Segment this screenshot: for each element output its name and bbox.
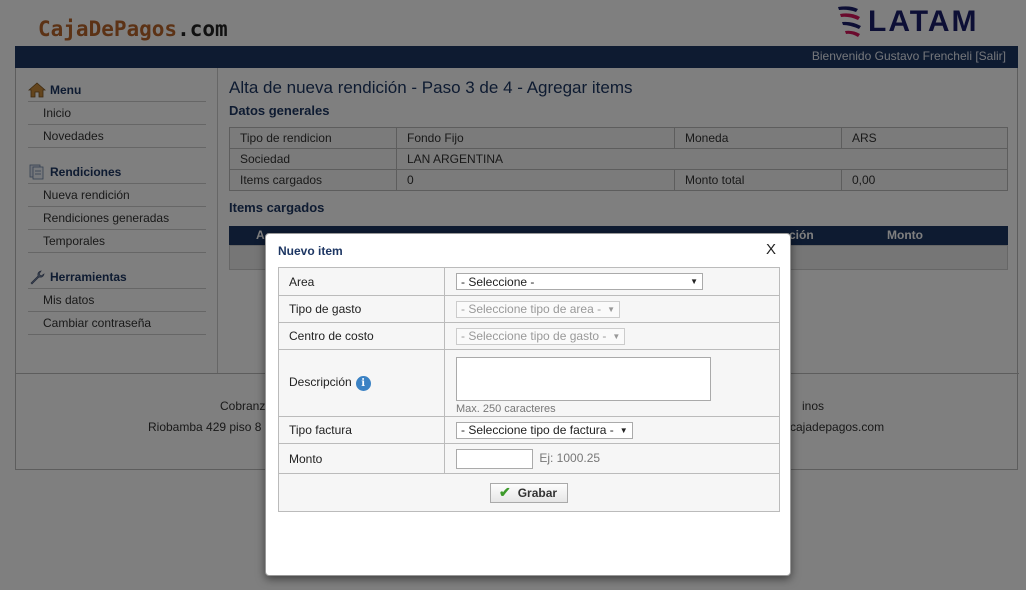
tipo-factura-select-value: - Seleccione tipo de factura - [461, 423, 614, 437]
tipo-factura-select[interactable]: - Seleccione tipo de factura - ▼ [456, 421, 633, 439]
nuevo-item-dialog: Nuevo item X Area - Seleccione - ▼ Tipo … [265, 233, 791, 576]
dropdown-arrow-icon: ▼ [607, 304, 616, 314]
descripcion-label: Descripción [289, 375, 352, 390]
info-icon[interactable]: i [355, 375, 371, 391]
nuevo-item-form: Area - Seleccione - ▼ Tipo de gasto - Se… [278, 267, 780, 512]
monto-label: Monto [278, 443, 445, 474]
form-row-centro-costo: Centro de costo - Seleccione tipo de gas… [278, 322, 780, 350]
centro-costo-label: Centro de costo [278, 322, 445, 350]
dropdown-arrow-icon: ▼ [619, 425, 628, 435]
descripcion-field-cell: Max. 250 caracteres [444, 349, 780, 417]
centro-costo-select[interactable]: - Seleccione tipo de gasto - ▼ [456, 327, 626, 345]
centro-costo-field-cell: - Seleccione tipo de gasto - ▼ [444, 322, 780, 350]
check-icon: ✔ [498, 484, 511, 500]
form-row-monto: Monto Ej: 1000.25 [278, 443, 780, 474]
tipo-factura-label: Tipo factura [278, 416, 445, 444]
tipo-gasto-label: Tipo de gasto [278, 295, 445, 323]
tipo-gasto-select[interactable]: - Seleccione tipo de area - ▼ [456, 300, 621, 318]
monto-input[interactable] [456, 448, 533, 469]
form-row-tipo-factura: Tipo factura - Seleccione tipo de factur… [278, 416, 780, 444]
descripcion-hint: Max. 250 caracteres [456, 402, 556, 415]
tipo-factura-field-cell: - Seleccione tipo de factura - ▼ [444, 416, 780, 444]
descripcion-label-cell: Descripción i [278, 349, 445, 417]
form-row-tipo-gasto: Tipo de gasto - Seleccione tipo de area … [278, 295, 780, 323]
area-select[interactable]: - Seleccione - ▼ [456, 273, 703, 290]
form-row-area: Area - Seleccione - ▼ [278, 267, 780, 296]
close-button[interactable]: X [766, 241, 776, 258]
actions-cell: ✔ Grabar [278, 473, 780, 512]
form-row-descripcion: Descripción i Max. 250 caracteres [278, 349, 780, 417]
tipo-gasto-field-cell: - Seleccione tipo de area - ▼ [444, 295, 780, 323]
dialog-title: Nuevo item [278, 244, 343, 258]
area-field-cell: - Seleccione - ▼ [444, 267, 780, 296]
save-button[interactable]: ✔ Grabar [489, 482, 569, 503]
save-button-label: Grabar [517, 485, 558, 500]
dropdown-arrow-icon: ▼ [612, 331, 621, 341]
monto-field-cell: Ej: 1000.25 [444, 443, 780, 474]
dropdown-arrow-icon: ▼ [690, 277, 698, 286]
form-row-actions: ✔ Grabar [278, 473, 780, 512]
tipo-gasto-select-value: - Seleccione tipo de area - [461, 302, 602, 316]
monto-hint: Ej: 1000.25 [539, 450, 601, 465]
descripcion-textarea[interactable] [456, 356, 711, 401]
area-select-value: - Seleccione - [461, 274, 535, 289]
centro-costo-select-value: - Seleccione tipo de gasto - [461, 329, 607, 343]
area-label: Area [278, 267, 445, 296]
